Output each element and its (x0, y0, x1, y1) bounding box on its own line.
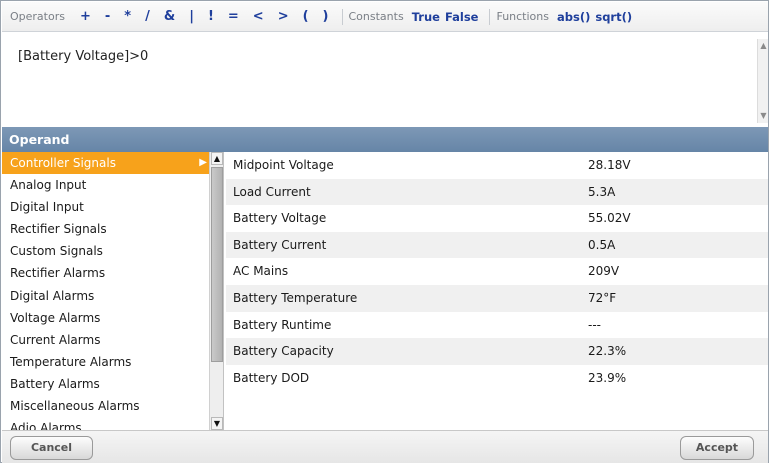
category-item-controller-signals[interactable]: Controller Signals ▶ (2, 152, 211, 175)
expression-editor-dialog: Operators + - * / & | ! = < > ( ) Consta… (0, 0, 769, 463)
table-row[interactable]: Midpoint Voltage 28.18V (226, 152, 768, 179)
operator-minus-button[interactable]: - (105, 9, 110, 24)
toolbar-divider (489, 8, 491, 25)
expression-text[interactable]: [Battery Voltage]>0 (18, 49, 148, 64)
operator-equals-button[interactable]: = (228, 9, 239, 24)
table-row[interactable]: Battery Temperature 72°F (226, 284, 768, 312)
category-scrollbar[interactable]: ▲ ▼ (209, 152, 224, 430)
signal-name: Midpoint Voltage (233, 158, 334, 172)
signal-name: Battery Capacity (233, 344, 334, 359)
constant-false-button[interactable]: False (445, 10, 479, 24)
category-item-analog-input[interactable]: Analog Input (2, 174, 211, 196)
operator-less-than-button[interactable]: < (253, 9, 264, 24)
category-item-rectifier-signals[interactable]: Rectifier Signals (2, 218, 211, 240)
signal-value: 0.5A (588, 237, 616, 252)
table-row[interactable]: Battery Current 0.5A (226, 231, 768, 259)
operator-greater-than-button[interactable]: > (278, 9, 289, 24)
operators-label: Operators (10, 10, 65, 23)
scroll-up-icon[interactable]: ▲ (211, 152, 223, 165)
dialog-footer: Cancel Accept (2, 430, 768, 463)
constant-true-button[interactable]: True (412, 10, 440, 24)
cancel-button[interactable]: Cancel (10, 436, 93, 460)
table-row[interactable]: Battery Voltage 55.02V (226, 205, 768, 232)
table-row[interactable]: Battery DOD 23.9% (226, 365, 768, 392)
signal-value: 22.3% (588, 344, 627, 359)
function-sqrt-button[interactable]: sqrt() (595, 10, 632, 24)
signal-value: 23.9% (588, 370, 627, 385)
signal-name: Load Current (233, 184, 311, 199)
toolbar-divider (341, 8, 343, 25)
category-item-miscellaneous-alarms[interactable]: Miscellaneous Alarms (2, 395, 211, 417)
signal-value: 55.02V (588, 211, 631, 226)
signal-name: Battery DOD (233, 370, 310, 385)
table-row[interactable]: Battery Capacity 22.3% (226, 338, 768, 365)
category-item-custom-signals[interactable]: Custom Signals (2, 240, 211, 262)
signal-name: Battery Voltage (233, 211, 327, 226)
accept-button[interactable]: Accept (680, 436, 754, 460)
signal-name: Battery Current (233, 237, 327, 252)
signal-value: 209V (588, 264, 620, 279)
category-item-digital-input[interactable]: Digital Input (2, 196, 211, 218)
operator-and-button[interactable]: & (164, 9, 175, 24)
category-item-digital-alarms[interactable]: Digital Alarms (2, 285, 211, 307)
table-row[interactable]: Battery Runtime --- (226, 312, 768, 339)
triangle-right-icon: ▶ (199, 157, 207, 168)
operand-category-list: Controller Signals ▶ Analog Input Digita… (2, 152, 211, 430)
category-item-current-alarms[interactable]: Current Alarms (2, 329, 211, 351)
operator-divide-button[interactable]: / (145, 9, 150, 24)
scroll-down-icon[interactable]: ▼ (211, 417, 223, 430)
constants-label: Constants (348, 10, 404, 23)
operator-multiply-button[interactable]: * (124, 9, 131, 24)
signal-value: 28.18V (588, 158, 631, 172)
operator-close-paren-button[interactable]: ) (323, 9, 329, 24)
operator-not-button[interactable]: ! (208, 9, 214, 24)
scrollbar-thumb[interactable] (211, 167, 223, 362)
signal-value: 5.3A (588, 184, 616, 199)
expression-input[interactable]: [Battery Voltage]>0 ▲ ▼ (2, 33, 768, 126)
category-label: Controller Signals (10, 156, 116, 170)
operator-or-button[interactable]: | (189, 9, 194, 24)
signal-name: Battery Runtime (233, 317, 332, 332)
functions-label: Functions (496, 10, 549, 23)
operators-toolbar: Operators + - * / & | ! = < > ( ) Consta… (2, 2, 768, 32)
signal-value: 72°F (588, 290, 617, 305)
operator-open-paren-button[interactable]: ( (303, 9, 309, 24)
signals-table: Midpoint Voltage 28.18V Load Current 5.3… (226, 152, 768, 430)
operand-header: Operand (2, 127, 768, 152)
table-row[interactable]: Load Current 5.3A (226, 178, 768, 206)
category-item-battery-alarms[interactable]: Battery Alarms (2, 373, 211, 395)
category-item-voltage-alarms[interactable]: Voltage Alarms (2, 307, 211, 329)
category-item-rectifier-alarms[interactable]: Rectifier Alarms (2, 262, 211, 284)
function-abs-button[interactable]: abs() (557, 10, 590, 24)
signal-name: AC Mains (233, 264, 289, 279)
expression-scrollbar[interactable]: ▲ ▼ (757, 39, 768, 123)
scroll-down-icon[interactable]: ▼ (759, 111, 768, 121)
scroll-up-icon[interactable]: ▲ (759, 41, 768, 51)
category-item-temperature-alarms[interactable]: Temperature Alarms (2, 351, 211, 373)
category-item-adio-alarms[interactable]: Adio Alarms (2, 417, 211, 430)
signal-value: --- (588, 317, 601, 332)
signal-name: Battery Temperature (233, 290, 358, 305)
operator-plus-button[interactable]: + (80, 9, 91, 24)
table-row[interactable]: AC Mains 209V (226, 258, 768, 285)
